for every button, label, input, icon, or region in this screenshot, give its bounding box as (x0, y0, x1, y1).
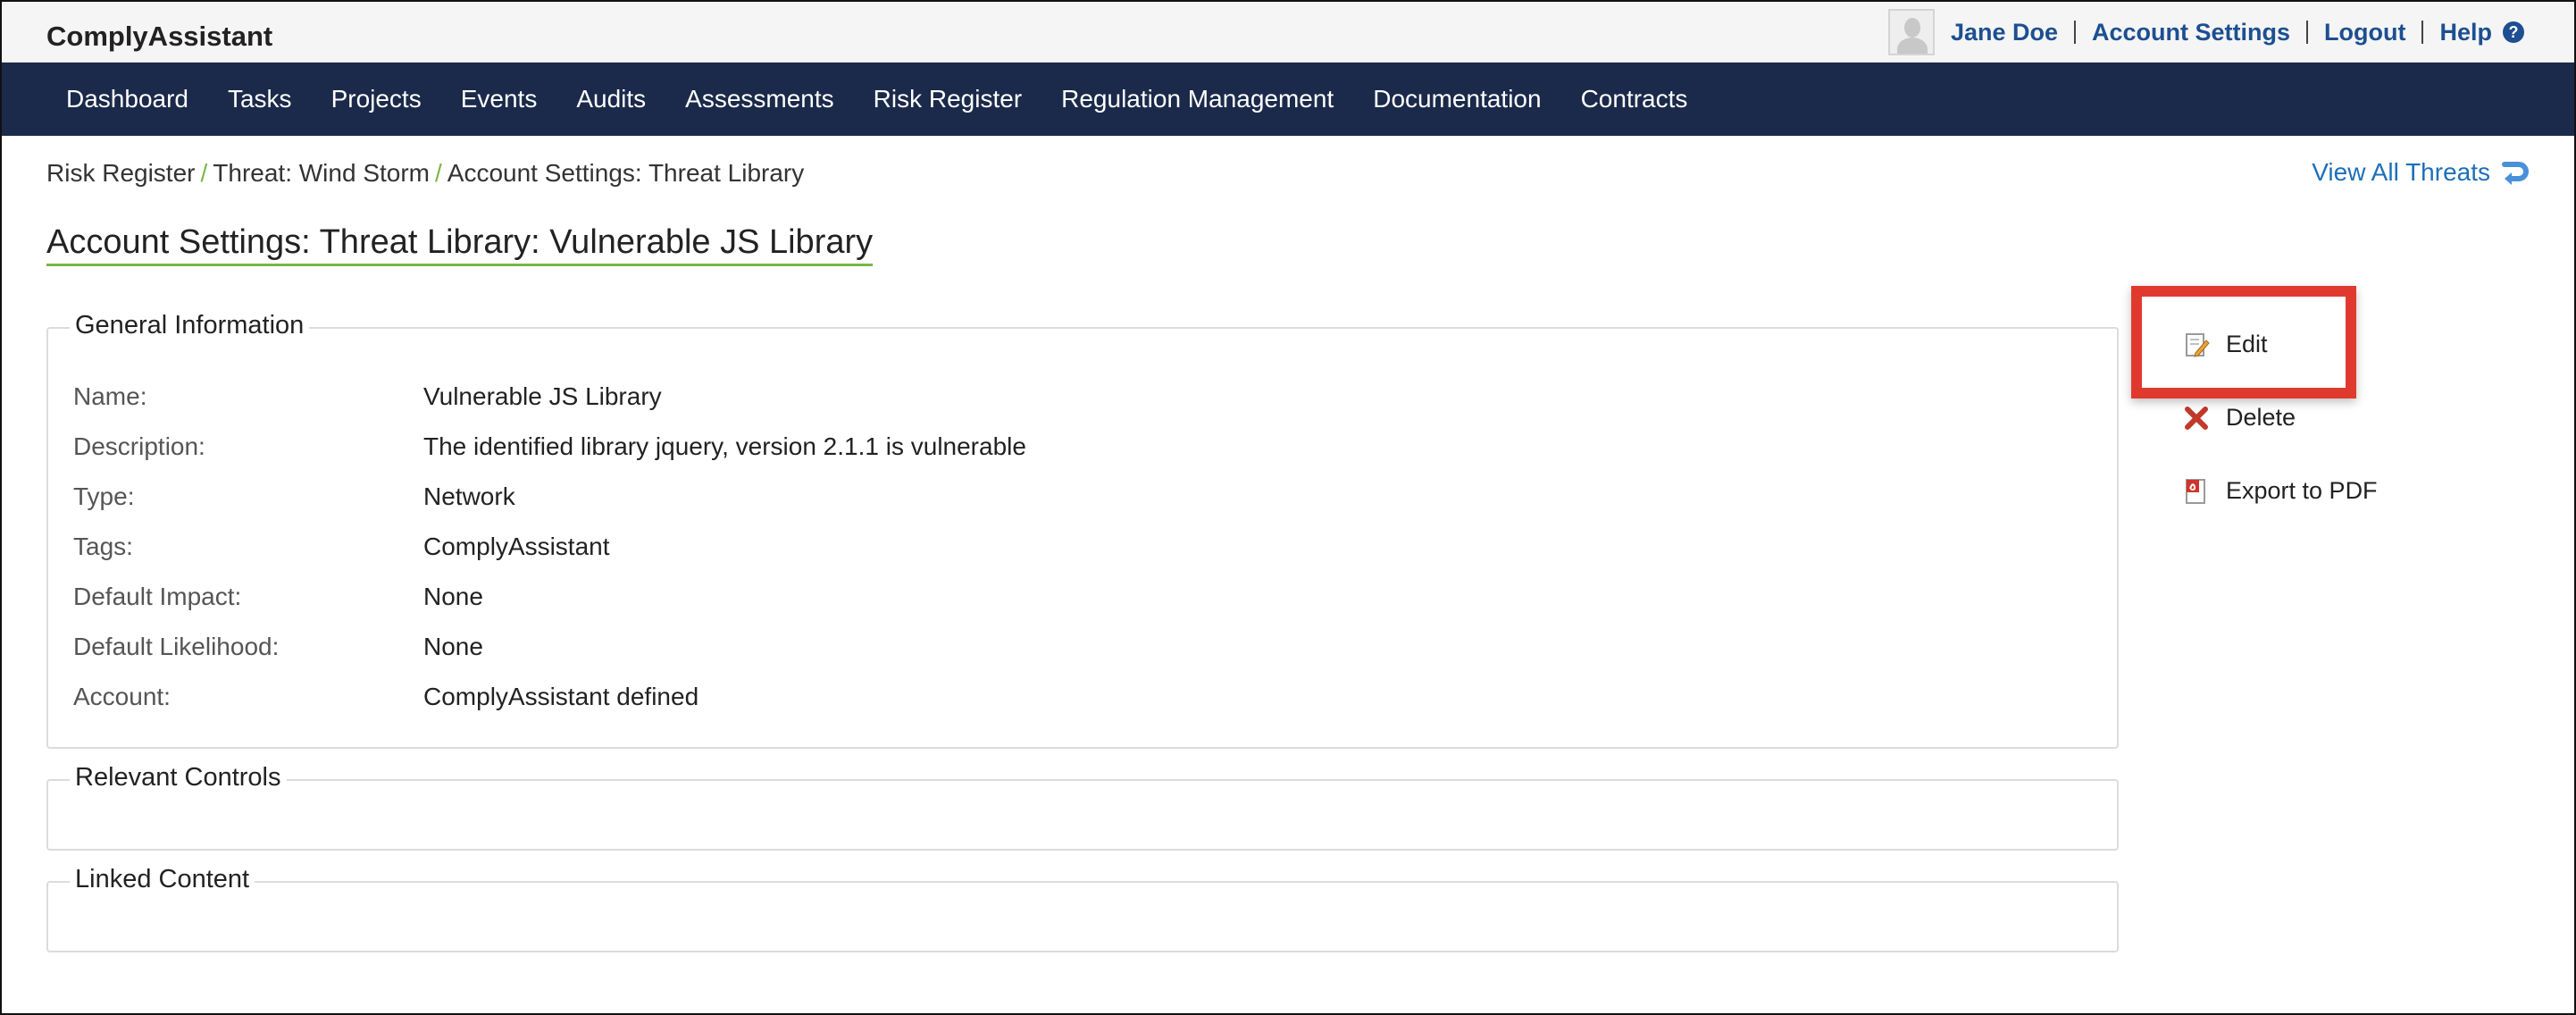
account-settings-link[interactable]: Account Settings (2092, 19, 2290, 46)
help-link[interactable]: Help (2439, 19, 2492, 46)
field-label: Default Likelihood: (73, 633, 280, 660)
export-pdf-button[interactable]: Export to PDF (2183, 477, 2378, 505)
nav-item-risk-register[interactable]: Risk Register (874, 85, 1022, 113)
field-label: Name: (73, 382, 147, 410)
field-label: Tags: (73, 533, 133, 560)
delete-button[interactable]: Delete (2183, 404, 2296, 432)
section-legend: Linked Content (70, 865, 255, 894)
field-label: Description: (73, 432, 205, 460)
question-circle-icon[interactable]: ? (2503, 21, 2524, 43)
field-value: None (423, 633, 483, 660)
pdf-file-icon (2183, 478, 2210, 505)
avatar-head-shape (1903, 18, 1920, 38)
field-value: ComplyAssistant (423, 533, 610, 560)
user-nav-divider (2306, 21, 2309, 44)
avatar-body-shape (1896, 38, 1928, 54)
breadcrumb-separator: / (200, 159, 208, 187)
field-label: Account: (73, 683, 171, 710)
nav-item-contracts[interactable]: Contracts (1581, 85, 1688, 113)
nav-item-assessments[interactable]: Assessments (685, 85, 834, 113)
field-value: ComplyAssistant defined (423, 683, 699, 710)
nav-item-audits[interactable]: Audits (576, 85, 646, 113)
nav-item-projects[interactable]: Projects (331, 85, 422, 113)
logout-link[interactable]: Logout (2324, 19, 2405, 46)
nav-item-tasks[interactable]: Tasks (228, 85, 292, 113)
view-all-threats-link[interactable]: View All Threats (2312, 157, 2530, 188)
section-legend: Relevant Controls (70, 763, 287, 793)
nav-item-documentation[interactable]: Documentation (1373, 85, 1541, 113)
delete-label: Delete (2226, 404, 2296, 431)
field-value: None (423, 583, 483, 610)
breadcrumb-item-threat[interactable]: Threat: Wind Storm (213, 159, 430, 187)
section-legend: General Information (70, 311, 310, 340)
user-name-link[interactable]: Jane Doe (1951, 19, 2058, 46)
view-all-threats-label: View All Threats (2312, 158, 2490, 186)
top-bar: ComplyAssistant Jane Doe Account Setting… (2, 2, 2574, 63)
export-pdf-label: Export to PDF (2226, 477, 2378, 504)
linked-content-section: Linked Content (46, 865, 2119, 952)
relevant-controls-section: Relevant Controls (46, 763, 2119, 851)
breadcrumb-item-threat-library: Account Settings: Threat Library (447, 159, 805, 187)
field-value: Network (423, 482, 515, 510)
nav-item-dashboard[interactable]: Dashboard (66, 85, 188, 113)
nav-item-regulation-management[interactable]: Regulation Management (1061, 85, 1334, 113)
nav-item-events[interactable]: Events (461, 85, 538, 113)
user-nav-divider (2074, 21, 2076, 44)
delete-x-icon (2183, 405, 2210, 432)
breadcrumb: Risk Register / Threat: Wind Storm / Account… (46, 159, 804, 188)
return-arrow-icon (2499, 157, 2530, 188)
field-value: Vulnerable JS Library (423, 382, 662, 410)
user-nav: Jane Doe Account Settings Logout Help ? (1887, 9, 2524, 55)
brand-logo-text[interactable]: ComplyAssistant (46, 21, 272, 53)
breadcrumb-separator: / (435, 159, 442, 187)
main-nav: Dashboard Tasks Projects Events Audits A… (2, 63, 2574, 136)
field-label: Default Impact: (73, 583, 242, 610)
field-label: Type: (73, 482, 135, 510)
page-title: Account Settings: Threat Library: Vulner… (46, 223, 874, 266)
field-value: The identified library jquery, version 2… (423, 432, 1026, 460)
breadcrumb-item-risk-register[interactable]: Risk Register (46, 159, 195, 187)
user-nav-divider (2421, 21, 2424, 44)
general-information-section: General Information Name: Vulnerable JS … (46, 311, 2119, 749)
avatar[interactable] (1887, 9, 1935, 55)
edit-highlight-box (2131, 286, 2356, 398)
